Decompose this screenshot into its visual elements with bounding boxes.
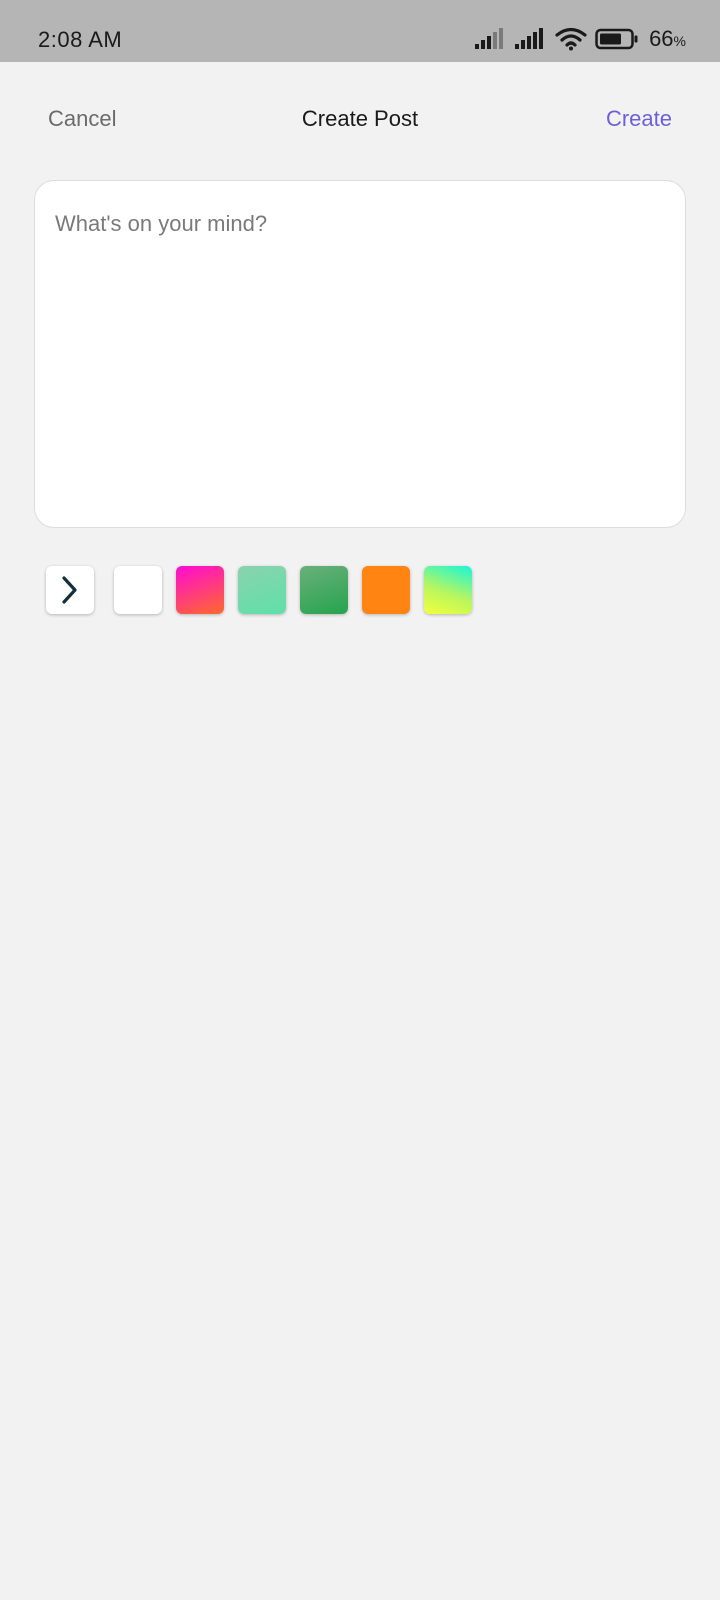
app-header: Cancel Create Post Create (0, 62, 720, 177)
signal-icon (475, 28, 504, 49)
color-swatch-white[interactable] (114, 566, 162, 614)
color-swatch-green[interactable] (300, 566, 348, 614)
battery-icon (595, 28, 638, 50)
create-button[interactable]: Create (606, 106, 672, 132)
battery-percent: 66% (649, 26, 686, 51)
color-swatch-magenta-orange[interactable] (176, 566, 224, 614)
status-icons: 66% (475, 26, 686, 52)
status-time: 2:08 AM (38, 27, 123, 52)
wifi-icon (555, 27, 587, 51)
status-bar: 2:08 AM 66% (0, 0, 720, 62)
post-composer (34, 180, 686, 528)
color-swatch-mint[interactable] (238, 566, 286, 614)
color-swatch-cyan-yellow[interactable] (424, 566, 472, 614)
post-text-input[interactable] (55, 211, 655, 501)
expand-colors-button[interactable] (46, 566, 94, 614)
chevron-right-icon (62, 576, 77, 604)
color-swatch-orange[interactable] (362, 566, 410, 614)
signal-icon (515, 28, 544, 49)
